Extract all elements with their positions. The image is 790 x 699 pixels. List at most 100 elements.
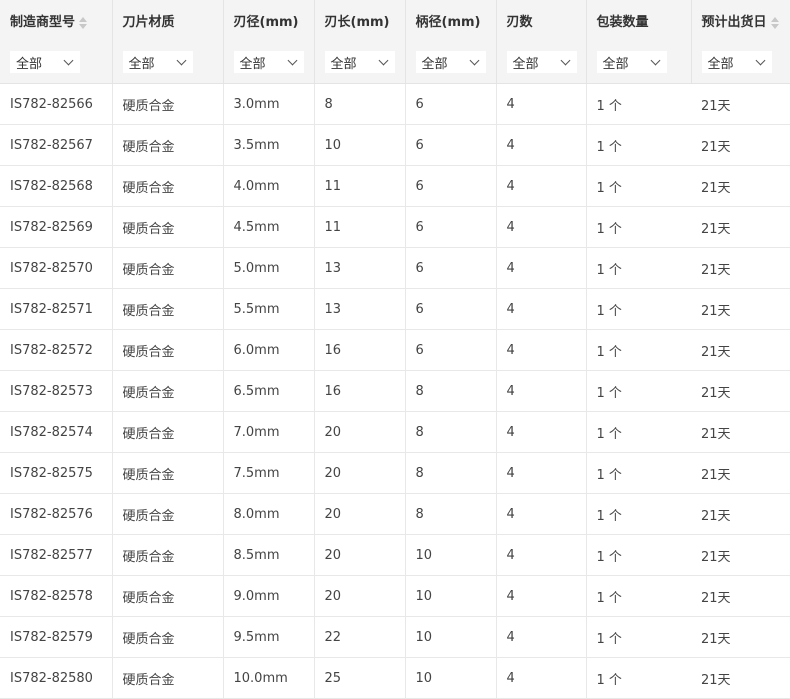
shank-diameter-cell: 6	[405, 124, 497, 166]
table-row[interactable]: IS782-82569 硬质合金 4.5mm 11 6 4 1 个 21天	[0, 206, 790, 248]
blade-length-cell: 11	[314, 165, 406, 207]
blade-length-cell: 13	[314, 288, 406, 330]
flutes-cell: 4	[496, 206, 587, 248]
shank-diameter-cell: 6	[405, 83, 497, 125]
filter-select-package-qty[interactable]: 全部	[596, 51, 667, 73]
package-qty-cell: 1 个	[586, 493, 691, 535]
blade-diameter-cell: 4.0mm	[223, 165, 315, 207]
model-cell: IS782-82573	[0, 370, 113, 412]
ship-date-cell: 21天	[691, 83, 790, 125]
column-header-label: 刀片材质	[122, 15, 175, 30]
table-row[interactable]: IS782-82580 硬质合金 10.0mm 25 10 4 1 个 21天	[0, 657, 790, 699]
flutes-cell: 4	[496, 288, 587, 330]
filter-select-value: 全部	[330, 56, 357, 72]
material-cell: 硬质合金	[112, 534, 224, 576]
shank-diameter-cell: 8	[405, 370, 497, 412]
flutes-cell: 4	[496, 493, 587, 535]
filter-select-value: 全部	[128, 56, 155, 72]
column-header-ship-date[interactable]: 预计出货日	[691, 0, 790, 41]
sort-arrows-icon[interactable]	[79, 16, 88, 29]
material-cell: 硬质合金	[112, 165, 224, 207]
filter-cell: 全部	[405, 41, 497, 84]
filter-select-blade-diameter[interactable]: 全部	[233, 51, 304, 73]
table-row[interactable]: IS782-82579 硬质合金 9.5mm 22 10 4 1 个 21天	[0, 616, 790, 658]
blade-diameter-cell: 8.5mm	[223, 534, 315, 576]
blade-diameter-cell: 8.0mm	[223, 493, 315, 535]
material-cell: 硬质合金	[112, 247, 224, 289]
column-header-label: 制造商型号	[10, 15, 76, 30]
package-qty-cell: 1 个	[586, 452, 691, 494]
material-cell: 硬质合金	[112, 411, 224, 453]
filter-select-shank-diameter[interactable]: 全部	[415, 51, 486, 73]
model-cell: IS782-82578	[0, 575, 113, 617]
column-header-label: 预计出货日	[701, 15, 767, 30]
shank-diameter-cell: 10	[405, 575, 497, 617]
blade-length-cell: 8	[314, 83, 406, 125]
blade-diameter-cell: 9.5mm	[223, 616, 315, 658]
chevron-down-icon	[469, 55, 479, 65]
filter-select-flutes[interactable]: 全部	[506, 51, 577, 73]
flutes-cell: 4	[496, 575, 587, 617]
column-header-flutes: 刃数	[496, 0, 587, 41]
blade-diameter-cell: 5.0mm	[223, 247, 315, 289]
package-qty-cell: 1 个	[586, 124, 691, 166]
table-row[interactable]: IS782-82570 硬质合金 5.0mm 13 6 4 1 个 21天	[0, 247, 790, 289]
package-qty-cell: 1 个	[586, 288, 691, 330]
package-qty-cell: 1 个	[586, 616, 691, 658]
flutes-cell: 4	[496, 329, 587, 371]
table-row[interactable]: IS782-82575 硬质合金 7.5mm 20 8 4 1 个 21天	[0, 452, 790, 494]
material-cell: 硬质合金	[112, 493, 224, 535]
blade-length-cell: 25	[314, 657, 406, 699]
column-header-label: 柄径(mm)	[415, 15, 481, 30]
column-header-model[interactable]: 制造商型号	[0, 0, 113, 41]
filter-select-value: 全部	[16, 56, 43, 72]
filter-select-blade-length[interactable]: 全部	[324, 51, 395, 73]
package-qty-cell: 1 个	[586, 657, 691, 699]
table-row[interactable]: IS782-82574 硬质合金 7.0mm 20 8 4 1 个 21天	[0, 411, 790, 453]
blade-diameter-cell: 6.5mm	[223, 370, 315, 412]
flutes-cell: 4	[496, 370, 587, 412]
model-cell: IS782-82576	[0, 493, 113, 535]
blade-diameter-cell: 7.5mm	[223, 452, 315, 494]
sort-arrows-icon[interactable]	[770, 16, 780, 29]
shank-diameter-cell: 8	[405, 411, 497, 453]
column-header-label: 包装数量	[596, 15, 649, 30]
flutes-cell: 4	[496, 83, 587, 125]
table-row[interactable]: IS782-82568 硬质合金 4.0mm 11 6 4 1 个 21天	[0, 165, 790, 207]
table-row[interactable]: IS782-82567 硬质合金 3.5mm 10 6 4 1 个 21天	[0, 124, 790, 166]
shank-diameter-cell: 8	[405, 493, 497, 535]
table-row[interactable]: IS782-82566 硬质合金 3.0mm 8 6 4 1 个 21天	[0, 83, 790, 125]
chevron-down-icon	[287, 55, 297, 65]
blade-length-cell: 16	[314, 370, 406, 412]
filter-select-value: 全部	[707, 56, 734, 72]
filter-select-model[interactable]: 全部	[10, 51, 80, 73]
filter-cell: 全部	[0, 41, 113, 84]
blade-length-cell: 16	[314, 329, 406, 371]
table-row[interactable]: IS782-82573 硬质合金 6.5mm 16 8 4 1 个 21天	[0, 370, 790, 412]
shank-diameter-cell: 6	[405, 165, 497, 207]
package-qty-cell: 1 个	[586, 575, 691, 617]
table-row[interactable]: IS782-82572 硬质合金 6.0mm 16 6 4 1 个 21天	[0, 329, 790, 371]
model-cell: IS782-82566	[0, 83, 113, 125]
flutes-cell: 4	[496, 165, 587, 207]
material-cell: 硬质合金	[112, 83, 224, 125]
filter-select-ship-date[interactable]: 全部	[701, 51, 772, 73]
material-cell: 硬质合金	[112, 657, 224, 699]
model-cell: IS782-82571	[0, 288, 113, 330]
table-row[interactable]: IS782-82578 硬质合金 9.0mm 20 10 4 1 个 21天	[0, 575, 790, 617]
filter-row: 全部 全部 全部 全部 全部 全部 全部 全部	[0, 41, 790, 84]
filter-select-value: 全部	[602, 56, 629, 72]
filter-select-material[interactable]: 全部	[122, 51, 193, 73]
column-header-blade-length: 刃长(mm)	[314, 0, 406, 41]
table-row[interactable]: IS782-82577 硬质合金 8.5mm 20 10 4 1 个 21天	[0, 534, 790, 576]
filter-cell: 全部	[112, 41, 224, 84]
blade-length-cell: 13	[314, 247, 406, 289]
product-table: 制造商型号 刀片材质 刃径(mm) 刃长(mm) 柄径(mm) 刃数 包装数量 …	[0, 0, 790, 699]
material-cell: 硬质合金	[112, 452, 224, 494]
model-cell: IS782-82569	[0, 206, 113, 248]
table-row[interactable]: IS782-82576 硬质合金 8.0mm 20 8 4 1 个 21天	[0, 493, 790, 535]
table-body: IS782-82566 硬质合金 3.0mm 8 6 4 1 个 21天 IS782-82567…	[0, 83, 790, 699]
table-row[interactable]: IS782-82571 硬质合金 5.5mm 13 6 4 1 个 21天	[0, 288, 790, 330]
filter-cell: 全部	[691, 41, 790, 84]
column-header-label: 刃径(mm)	[233, 15, 299, 30]
